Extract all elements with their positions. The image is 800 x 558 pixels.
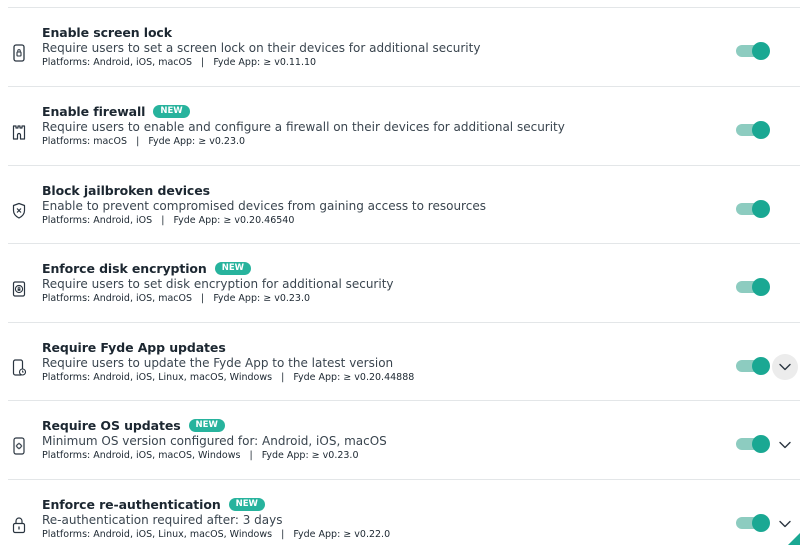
policy-description: Minimum OS version configured for: Andro…	[42, 434, 387, 448]
new-badge: NEW	[188, 419, 225, 432]
phone-lock-icon	[12, 44, 26, 62]
chevron-down-icon	[779, 363, 791, 371]
chevron-down-icon	[779, 441, 791, 449]
policy-platforms: Platforms: Android, iOS, Linux, macOS, W…	[42, 372, 273, 383]
policy-app-version: Fyde App: ≥ v0.22.0	[293, 529, 391, 540]
policy-platforms: Platforms: macOS	[42, 136, 128, 147]
policy-title: Enable firewall	[42, 104, 146, 119]
policy-meta: Platforms: Android, iOS | Fyde App: ≥ v0…	[42, 215, 295, 226]
policy-meta: Platforms: Android, iOS, macOS | Fyde Ap…	[42, 57, 317, 68]
policy-toggle[interactable]	[736, 357, 770, 375]
policy-description: Enable to prevent compromised devices fr…	[42, 199, 486, 213]
new-badge: NEW	[214, 262, 251, 275]
phone-update-icon	[12, 359, 26, 377]
policy-title: Enforce disk encryption	[42, 261, 207, 276]
policy-app-version: Fyde App: ≥ v0.23.0	[213, 293, 311, 304]
policy-row-screen-lock: Enable screen lock Require users to set …	[8, 7, 800, 86]
policy-description: Require users to enable and configure a …	[42, 120, 565, 134]
policy-title: Require OS updates	[42, 418, 181, 433]
castle-wall-icon	[12, 123, 26, 141]
policy-toggle[interactable]	[736, 200, 770, 218]
policy-platforms: Platforms: Android, iOS, Linux, macOS, W…	[42, 529, 273, 540]
policy-platforms: Platforms: Android, iOS, macOS	[42, 293, 192, 304]
expand-button[interactable]	[772, 432, 798, 458]
phone-settings-icon	[12, 437, 26, 455]
toggle-knob	[752, 200, 770, 218]
policy-app-version: Fyde App: ≥ v0.23.0	[148, 136, 246, 147]
policy-toggle[interactable]	[736, 435, 770, 453]
toggle-knob	[752, 435, 770, 453]
policy-row-os-updates: Require OS updates NEW Minimum OS versio…	[8, 400, 800, 479]
policy-app-version: Fyde App: ≥ v0.20.44888	[293, 372, 415, 383]
policy-meta: Platforms: Android, iOS, Linux, macOS, W…	[42, 529, 391, 540]
help-widget-corner[interactable]	[788, 533, 800, 545]
disk-lock-icon	[12, 280, 26, 298]
padlock-icon	[12, 516, 26, 534]
toggle-knob	[752, 42, 770, 60]
policy-row-reauthentication: Enforce re-authentication NEW Re-authent…	[8, 479, 800, 558]
shield-x-icon	[12, 202, 26, 220]
policy-app-version: Fyde App: ≥ v0.11.10	[213, 57, 317, 68]
toggle-knob	[752, 278, 770, 296]
policy-meta: Platforms: macOS | Fyde App: ≥ v0.23.0	[42, 136, 246, 147]
expand-button[interactable]	[772, 354, 798, 380]
policy-toggle[interactable]	[736, 278, 770, 296]
new-badge: NEW	[228, 498, 265, 511]
new-badge: NEW	[153, 105, 190, 118]
policy-description: Require users to set a screen lock on th…	[42, 41, 481, 55]
policy-row-app-updates: Require Fyde App updates Require users t…	[8, 322, 800, 401]
policy-platforms: Platforms: Android, iOS, macOS, Windows	[42, 450, 241, 461]
policy-meta: Platforms: Android, iOS, macOS | Fyde Ap…	[42, 293, 311, 304]
toggle-knob	[752, 121, 770, 139]
policy-toggle[interactable]	[736, 121, 770, 139]
policy-row-jailbroken: Block jailbroken devices Enable to preve…	[8, 165, 800, 244]
policy-description: Re-authentication required after: 3 days	[42, 513, 283, 527]
policy-toggle[interactable]	[736, 42, 770, 60]
policy-platforms: Platforms: Android, iOS, macOS	[42, 57, 192, 68]
policy-platforms: Platforms: Android, iOS	[42, 215, 153, 226]
policy-toggle[interactable]	[736, 514, 770, 532]
toggle-knob	[752, 514, 770, 532]
policy-app-version: Fyde App: ≥ v0.20.46540	[173, 215, 295, 226]
policy-row-firewall: Enable firewall NEW Require users to ena…	[8, 86, 800, 165]
policy-title: Enable screen lock	[42, 25, 172, 40]
policy-title: Enforce re-authentication	[42, 497, 221, 512]
toggle-knob	[752, 357, 770, 375]
policy-description: Require users to update the Fyde App to …	[42, 356, 394, 370]
policy-title: Block jailbroken devices	[42, 183, 210, 198]
policy-title: Require Fyde App updates	[42, 340, 226, 355]
policy-meta: Platforms: Android, iOS, Linux, macOS, W…	[42, 372, 415, 383]
policy-description: Require users to set disk encryption for…	[42, 277, 394, 291]
chevron-down-icon	[779, 520, 791, 528]
policy-app-version: Fyde App: ≥ v0.23.0	[261, 450, 359, 461]
policy-meta: Platforms: Android, iOS, macOS, Windows …	[42, 450, 359, 461]
policy-row-disk-encryption: Enforce disk encryption NEW Require user…	[8, 243, 800, 322]
